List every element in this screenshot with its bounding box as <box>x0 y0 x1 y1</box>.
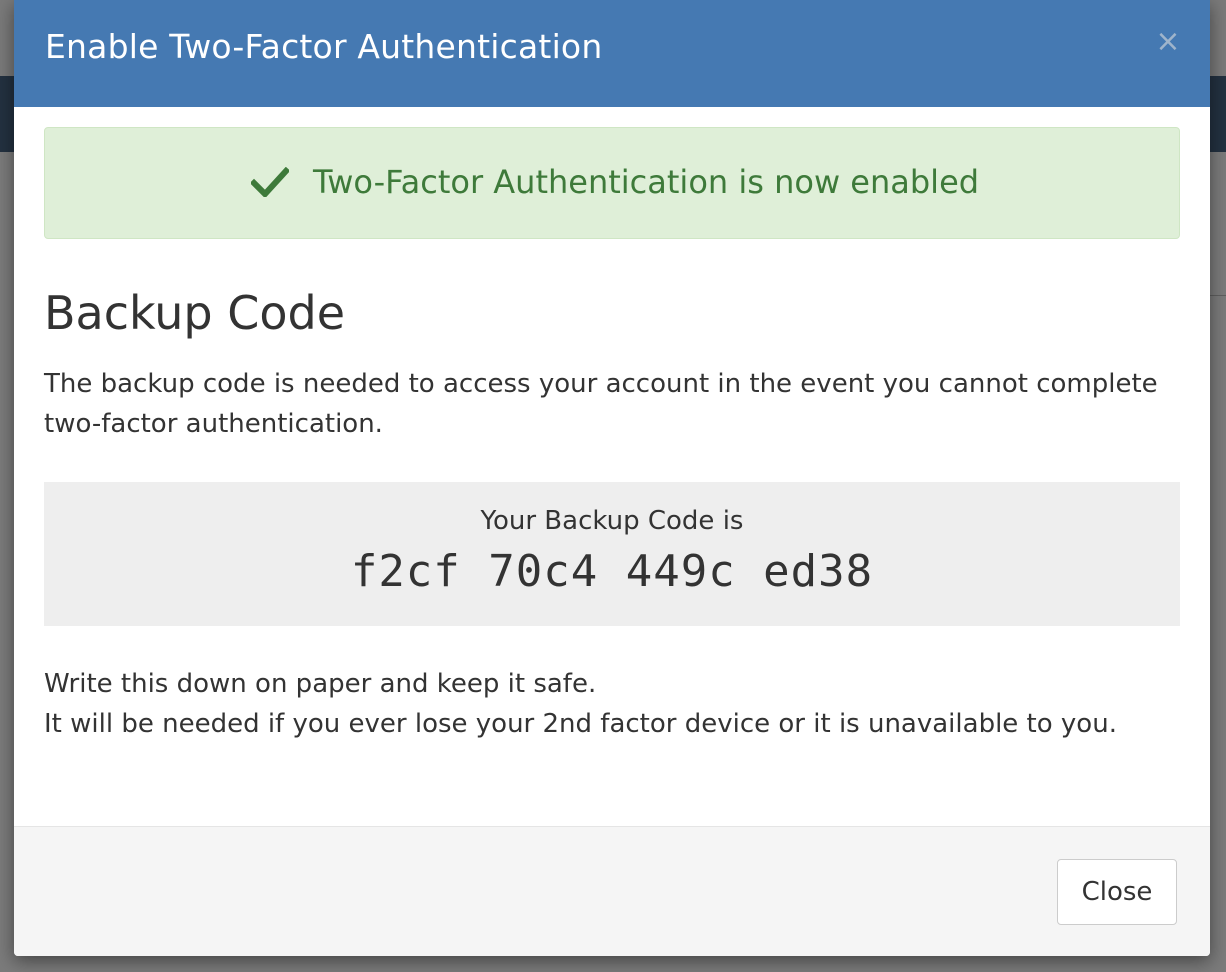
close-icon[interactable]: × <box>1155 24 1181 60</box>
close-button[interactable]: Close <box>1057 859 1177 925</box>
two-factor-modal: Enable Two-Factor Authentication × Two-F… <box>14 0 1210 956</box>
note-line-2: It will be needed if you ever lose your … <box>44 709 1117 739</box>
backup-code-heading: Backup Code <box>44 286 345 340</box>
modal-footer: Close <box>14 826 1210 956</box>
backup-code-box: Your Backup Code is f2cf 70c4 449c ed38 <box>44 482 1180 626</box>
backup-code-value: f2cf 70c4 449c ed38 <box>350 546 874 597</box>
backup-code-label: Your Backup Code is <box>480 506 744 536</box>
alert-message: Two-Factor Authentication is now enabled <box>313 163 980 201</box>
background-divider <box>1210 295 1226 296</box>
modal-header: Enable Two-Factor Authentication × <box>14 0 1210 107</box>
checkmark-icon <box>251 167 289 197</box>
note-line-1: Write this down on paper and keep it saf… <box>44 669 597 699</box>
success-alert: Two-Factor Authentication is now enabled <box>44 127 1180 239</box>
modal-title: Enable Two-Factor Authentication <box>45 27 603 66</box>
backup-code-description: The backup code is needed to access your… <box>44 369 1158 439</box>
